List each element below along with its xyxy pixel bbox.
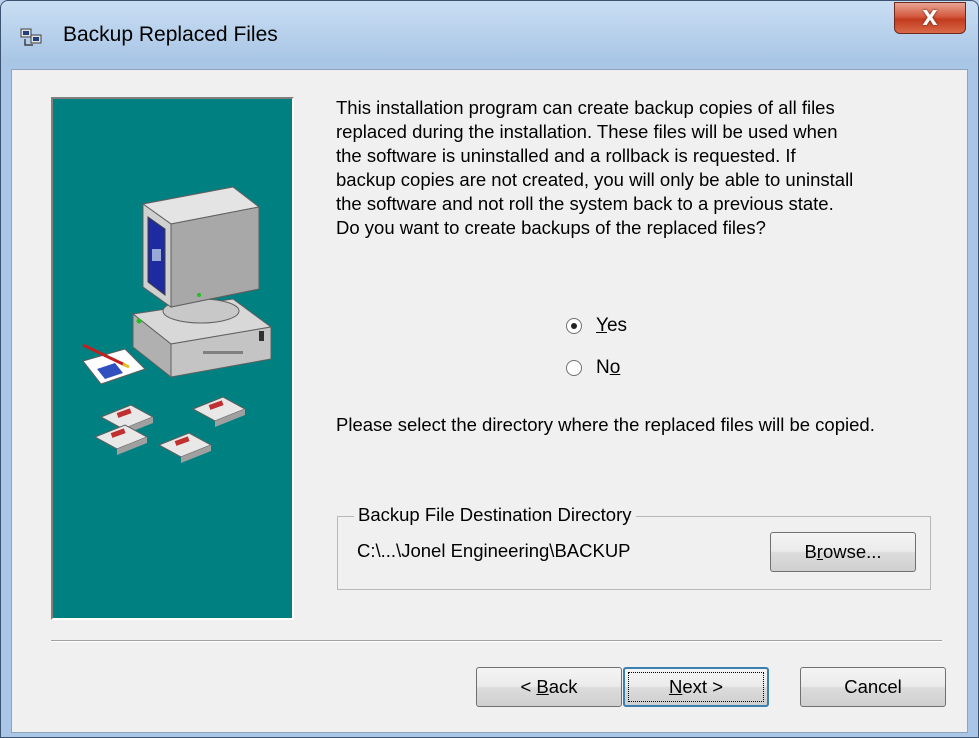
installer-app-icon (20, 28, 42, 46)
browse-button[interactable]: Br owse... (770, 532, 916, 572)
radio-yes-button[interactable] (566, 318, 582, 334)
focus-ring (628, 672, 764, 702)
close-button[interactable]: X (894, 2, 966, 34)
radio-no-label[interactable]: No (596, 357, 620, 379)
button-separator (51, 640, 942, 642)
directory-prompt: Please select the directory where the re… (336, 414, 875, 435)
radio-yes-label[interactable]: Yes (596, 315, 627, 337)
title-bar[interactable]: Backup Replaced Files X (1, 1, 978, 69)
window-title: Backup Replaced Files (63, 23, 278, 46)
side-illustration-panel (51, 97, 294, 620)
close-icon: X (922, 6, 938, 30)
back-button[interactable]: < Back (476, 667, 622, 707)
radio-no-button[interactable] (566, 360, 582, 376)
next-button[interactable]: Next > (623, 667, 769, 707)
cancel-button[interactable]: Cancel (800, 667, 946, 707)
computer-illustration (82, 186, 273, 463)
dialog-body: This installation program can create bac… (11, 69, 968, 733)
destination-group-label: Backup File Destination Directory (354, 504, 636, 526)
destination-path: C:\...\Jonel Engineering\BACKUP (357, 540, 631, 561)
floppy-disk-icon (191, 396, 247, 427)
intro-text: This installation program can create bac… (336, 97, 854, 238)
radio-yes[interactable]: Yes (566, 315, 627, 337)
floppy-disk-icon (157, 432, 213, 463)
dialog-window: Backup Replaced Files X This installatio… (0, 0, 979, 738)
radio-no[interactable]: No (566, 357, 620, 379)
floppy-disk-icon (93, 424, 149, 455)
